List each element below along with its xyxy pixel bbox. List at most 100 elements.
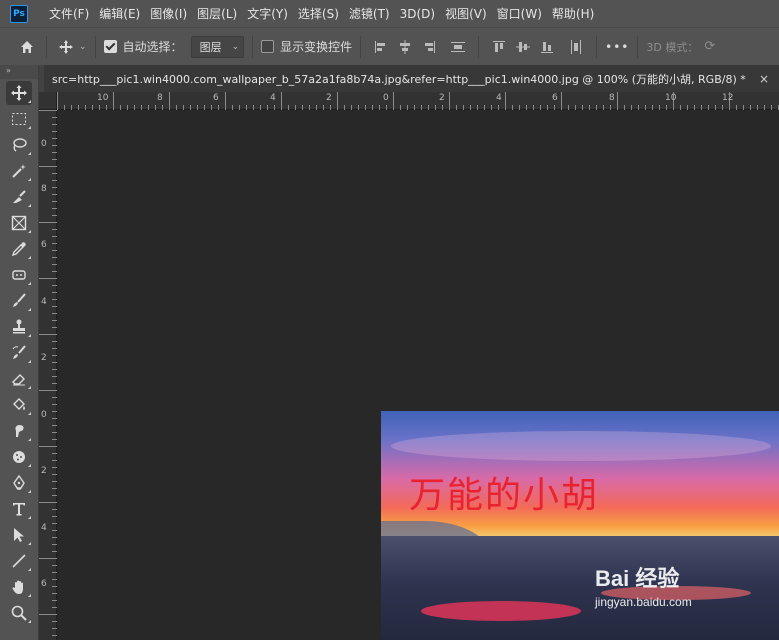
align-left-edges-icon[interactable] (372, 38, 390, 56)
menu-layer[interactable]: 图层(L) (192, 5, 242, 22)
close-icon[interactable]: × (759, 72, 769, 86)
paint-bucket-tool-icon[interactable] (6, 393, 32, 417)
ruler-label: 4 (41, 523, 47, 533)
stamp-tool-icon[interactable] (6, 315, 32, 339)
3d-mode-label: 3D 模式： (646, 40, 699, 54)
move-tool-icon[interactable] (6, 81, 32, 105)
ruler-label: 6 (41, 240, 47, 250)
document-image[interactable]: 万能的小胡 Bai 经验 jingyan.baidu.com (381, 411, 779, 640)
divider (252, 35, 254, 58)
divider (46, 35, 47, 58)
document-tab-title: src=http___pic1.win4000.com_wallpaper_b_… (52, 72, 746, 86)
ruler-label: 8 (609, 93, 615, 103)
auto-select-checkbox[interactable] (103, 40, 117, 53)
show-transform-checkbox[interactable] (261, 40, 275, 53)
ruler-label: 8 (157, 93, 163, 103)
hand-tool-icon[interactable] (6, 575, 32, 599)
divider (94, 35, 96, 58)
ruler-label: 4 (270, 93, 276, 103)
path-select-tool-icon[interactable] (6, 523, 32, 547)
marquee-tool-icon[interactable] (6, 107, 32, 131)
brush-tool-icon[interactable] (6, 289, 32, 313)
watermark-url: jingyan.baidu.com (595, 595, 692, 609)
photoshop-logo-icon: Ps (10, 4, 28, 23)
options-bar: ⌄ 自动选择： 图层 ⌄ 显示变换控件 ••• 3D 模式： ⟳ (0, 27, 779, 65)
auto-select-target-dropdown[interactable]: 图层 ⌄ (190, 35, 245, 58)
healing-tool-icon[interactable] (6, 263, 32, 287)
home-icon[interactable] (16, 36, 38, 58)
align-vertical-centers-icon[interactable] (514, 38, 532, 56)
chevron-down-icon: ⌄ (231, 41, 240, 52)
align-horizontal-centers-icon[interactable] (396, 38, 414, 56)
ruler-label: 2 (326, 93, 332, 103)
ruler-label: 6 (41, 579, 47, 589)
ruler-label: 6 (552, 93, 558, 103)
divider (478, 35, 480, 58)
menu-image[interactable]: 图像(I) (145, 5, 192, 22)
ruler-label: 0 (41, 139, 47, 149)
align-right-edges-icon[interactable] (420, 38, 438, 56)
watermark-brand: Bai 经验 (595, 566, 680, 591)
pen-tool-icon[interactable] (6, 471, 32, 495)
water-reflection (421, 601, 581, 621)
sky-clouds (391, 431, 771, 461)
divider (360, 35, 362, 58)
ruler-corner[interactable] (39, 92, 57, 110)
line-tool-icon[interactable] (6, 549, 32, 573)
menu-filter[interactable]: 滤镜(T) (344, 5, 395, 22)
frame-tool-icon[interactable] (6, 211, 32, 235)
show-transform-label: 显示变换控件 (280, 40, 353, 54)
text-layer[interactable]: 万能的小胡 (409, 466, 599, 518)
auto-select-target-value: 图层 (199, 40, 222, 54)
menu-file[interactable]: 文件(F) (44, 5, 94, 22)
magic-wand-tool-icon[interactable] (6, 159, 32, 183)
auto-select-label: 自动选择： (122, 40, 183, 54)
divider (637, 35, 639, 58)
eyedropper-brush-tool-icon[interactable] (6, 185, 32, 209)
menu-type[interactable]: 文字(Y) (242, 5, 293, 22)
menu-edit[interactable]: 编辑(E) (94, 5, 145, 22)
ruler-horizontal[interactable]: 10 8 6 4 2 0 2 4 6 8 10 12 (57, 92, 779, 110)
history-brush-tool-icon[interactable] (6, 341, 32, 365)
smudge-tool-icon[interactable] (6, 419, 32, 443)
document-tab-bar: src=http___pic1.win4000.com_wallpaper_b_… (39, 65, 779, 92)
ruler-label: 0 (383, 93, 389, 103)
menu-window[interactable]: 窗口(W) (492, 5, 547, 22)
menu-help[interactable]: 帮助(H) (547, 5, 599, 22)
sponge-tool-icon[interactable] (6, 445, 32, 469)
ruler-label: 8 (41, 184, 47, 194)
collapse-panel-icon[interactable]: » (0, 65, 38, 79)
menu-select[interactable]: 选择(S) (293, 5, 344, 22)
canvas-area[interactable]: 万能的小胡 Bai 经验 jingyan.baidu.com (57, 110, 779, 640)
ruler-label: 6 (213, 93, 219, 103)
ruler-label: 10 (665, 93, 677, 103)
more-options-icon[interactable]: ••• (605, 40, 629, 54)
ruler-label: 10 (97, 93, 109, 103)
move-tool-preset-icon[interactable] (55, 36, 77, 58)
ruler-label: 2 (41, 353, 47, 363)
menu-view[interactable]: 视图(V) (440, 5, 492, 22)
ruler-label: 0 (41, 410, 47, 420)
document-tab[interactable]: src=http___pic1.win4000.com_wallpaper_b_… (44, 65, 779, 92)
ruler-label: 4 (496, 93, 502, 103)
zoom-tool-icon[interactable] (6, 601, 32, 625)
distribute-vertical-icon[interactable] (449, 38, 467, 56)
menu-bar: Ps 文件(F) 编辑(E) 图像(I) 图层(L) 文字(Y) 选择(S) 滤… (0, 0, 779, 27)
type-tool-icon[interactable] (6, 497, 32, 521)
baidu-jingyan-watermark: Bai 经验 jingyan.baidu.com (595, 561, 692, 609)
lasso-tool-icon[interactable] (6, 133, 32, 157)
align-bottom-edges-icon[interactable] (538, 38, 556, 56)
3d-orbit-icon[interactable]: ⟳ (704, 39, 715, 54)
ruler-label: 4 (41, 297, 47, 307)
align-top-edges-icon[interactable] (490, 38, 508, 56)
ruler-label: 2 (439, 93, 445, 103)
divider (596, 35, 598, 58)
eraser-tool-icon[interactable] (6, 367, 32, 391)
ruler-label: 2 (41, 466, 47, 476)
chevron-down-icon[interactable]: ⌄ (79, 42, 87, 52)
ruler-label: 12 (722, 93, 734, 103)
eyedropper-tool-icon[interactable] (6, 237, 32, 261)
menu-3d[interactable]: 3D(D) (395, 7, 440, 21)
distribute-horizontal-icon[interactable] (567, 38, 585, 56)
ruler-vertical[interactable]: 0 8 6 4 2 0 2 4 6 (39, 110, 57, 640)
